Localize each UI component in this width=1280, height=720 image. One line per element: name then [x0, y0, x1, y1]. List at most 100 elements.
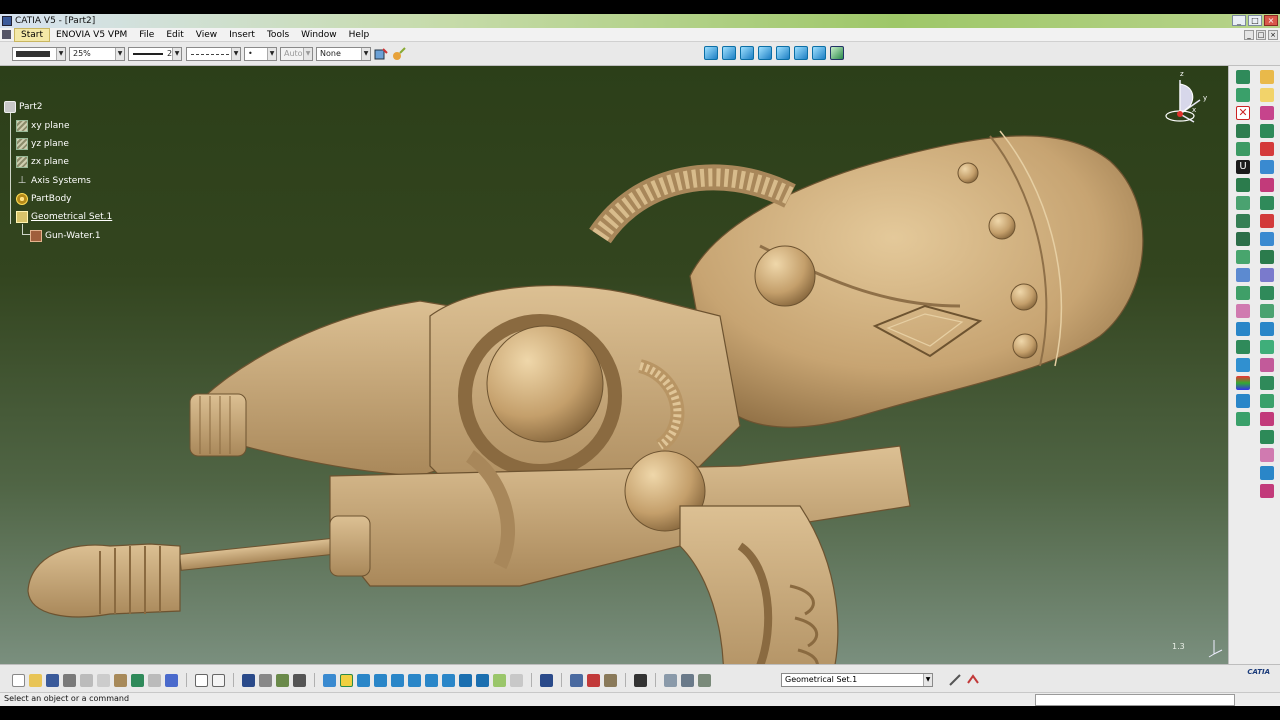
- table-icon[interactable]: [242, 673, 255, 687]
- spline-icon[interactable]: [1260, 124, 1274, 138]
- menu-window[interactable]: Window: [295, 28, 343, 42]
- near-icon[interactable]: [1260, 358, 1274, 372]
- fill-icon[interactable]: [1236, 232, 1250, 246]
- cut-icon[interactable]: [80, 673, 93, 687]
- doc-restore-button[interactable]: □: [1256, 30, 1266, 40]
- top-view-icon[interactable]: [794, 46, 808, 60]
- normal-view-icon[interactable]: [425, 673, 438, 687]
- extrapolate-icon[interactable]: [1260, 322, 1274, 336]
- menu-edit[interactable]: Edit: [160, 28, 189, 42]
- right-view-icon[interactable]: [776, 46, 790, 60]
- corner-icon[interactable]: [1260, 142, 1274, 156]
- select-tool-icon[interactable]: [570, 673, 583, 687]
- command-input[interactable]: [1035, 694, 1235, 706]
- color-combo[interactable]: ▼: [12, 47, 66, 61]
- menu-tools[interactable]: Tools: [261, 28, 295, 42]
- apply-material-icon[interactable]: [540, 673, 553, 687]
- menu-file[interactable]: File: [133, 28, 160, 42]
- paste-icon[interactable]: [114, 673, 127, 687]
- measure-icon[interactable]: [1260, 484, 1274, 498]
- menu-view[interactable]: View: [190, 28, 223, 42]
- helix-icon[interactable]: [1260, 178, 1274, 192]
- 3d-viewport[interactable]: Part2 xy plane yz plane zx plane ⊥ Axis …: [0, 66, 1228, 664]
- multi-view-icon[interactable]: [442, 673, 455, 687]
- redo-icon[interactable]: [148, 673, 161, 687]
- axis-to-axis-icon[interactable]: [1260, 304, 1274, 318]
- select-icon[interactable]: [1260, 70, 1274, 84]
- camera-icon[interactable]: [634, 673, 647, 687]
- zoom-out-icon[interactable]: [408, 673, 421, 687]
- sketch-tool-icon[interactable]: [966, 673, 980, 687]
- point-symbol-combo[interactable]: • ▼: [244, 47, 277, 61]
- revolve-icon[interactable]: [1236, 196, 1250, 210]
- isometric-view-icon[interactable]: [704, 46, 718, 60]
- sweep-icon[interactable]: [1236, 214, 1250, 228]
- left-view-icon[interactable]: [758, 46, 772, 60]
- lock-icon[interactable]: [604, 673, 617, 687]
- catalog-icon[interactable]: [259, 673, 272, 687]
- quick-view-icon[interactable]: [459, 673, 472, 687]
- comment-icon[interactable]: [212, 673, 225, 687]
- help-icon[interactable]: [165, 673, 178, 687]
- repetition-icon[interactable]: [1260, 412, 1274, 426]
- work-object-icon[interactable]: [698, 673, 711, 687]
- projection-icon[interactable]: [1236, 142, 1250, 156]
- extract-icon[interactable]: [1236, 412, 1250, 426]
- trim-icon[interactable]: [1236, 358, 1250, 372]
- menu-insert[interactable]: Insert: [223, 28, 261, 42]
- pattern-icon[interactable]: [1260, 394, 1274, 408]
- scaling-icon[interactable]: [1260, 268, 1274, 282]
- multi-section-icon[interactable]: [1236, 250, 1250, 264]
- plane-tool-icon[interactable]: [1236, 124, 1250, 138]
- refresh-icon[interactable]: [664, 673, 677, 687]
- compass-widget[interactable]: [1162, 72, 1206, 128]
- paint-brush-icon[interactable]: [392, 47, 406, 61]
- view-mode-icon[interactable]: [476, 673, 489, 687]
- back-view-icon[interactable]: [740, 46, 754, 60]
- layer-combo[interactable]: None ▼: [316, 47, 371, 61]
- print-icon[interactable]: [63, 673, 76, 687]
- affinity-icon[interactable]: [1260, 286, 1274, 300]
- rotate-view-icon[interactable]: [374, 673, 387, 687]
- update-icon[interactable]: [293, 673, 306, 687]
- delete-icon[interactable]: ✕: [1236, 106, 1250, 120]
- formula-icon[interactable]: [195, 673, 208, 687]
- sketch-icon[interactable]: [1260, 88, 1274, 102]
- measure-between-icon[interactable]: [587, 673, 600, 687]
- close-button[interactable]: ×: [1264, 15, 1278, 26]
- minimize-button[interactable]: _: [1232, 15, 1246, 26]
- save-icon[interactable]: [46, 673, 59, 687]
- connect-curve-icon[interactable]: [1260, 160, 1274, 174]
- point-icon[interactable]: [1236, 70, 1250, 84]
- rendering-style-combo[interactable]: Auto ▼: [280, 47, 313, 61]
- circle-icon[interactable]: [1260, 106, 1274, 120]
- translate-icon[interactable]: [1260, 214, 1274, 228]
- line-thickness-combo[interactable]: 2 ▼: [128, 47, 182, 61]
- power-copy-icon[interactable]: [1260, 430, 1274, 444]
- menu-start[interactable]: Start: [14, 27, 50, 42]
- swap-space-icon[interactable]: [510, 673, 523, 687]
- healing-icon[interactable]: [1236, 322, 1250, 336]
- line-type-combo[interactable]: ▼: [186, 47, 241, 61]
- rotate-icon[interactable]: [1260, 232, 1274, 246]
- copy-icon[interactable]: [97, 673, 110, 687]
- extrude-icon[interactable]: [1236, 178, 1250, 192]
- maximize-button[interactable]: □: [1248, 15, 1262, 26]
- offset-icon[interactable]: [1236, 286, 1250, 300]
- hide-show-icon[interactable]: [493, 673, 506, 687]
- draw-icon[interactable]: [948, 673, 962, 687]
- curve-analysis-icon[interactable]: [1260, 448, 1274, 462]
- document-menu-icon[interactable]: [2, 30, 11, 39]
- doc-minimize-button[interactable]: _: [1244, 30, 1254, 40]
- define-in-work-object-icon[interactable]: [681, 673, 694, 687]
- surface-analysis-icon[interactable]: [1260, 466, 1274, 480]
- open-icon[interactable]: [29, 673, 42, 687]
- named-views-icon[interactable]: [830, 46, 844, 60]
- undo-icon[interactable]: [131, 673, 144, 687]
- line-icon[interactable]: [1236, 88, 1250, 102]
- symmetry-icon[interactable]: [1260, 250, 1274, 264]
- zoom-in-icon[interactable]: [391, 673, 404, 687]
- analysis-icon[interactable]: [1236, 376, 1250, 390]
- transparency-combo[interactable]: 25% ▼: [69, 47, 125, 61]
- invert-icon[interactable]: [1260, 340, 1274, 354]
